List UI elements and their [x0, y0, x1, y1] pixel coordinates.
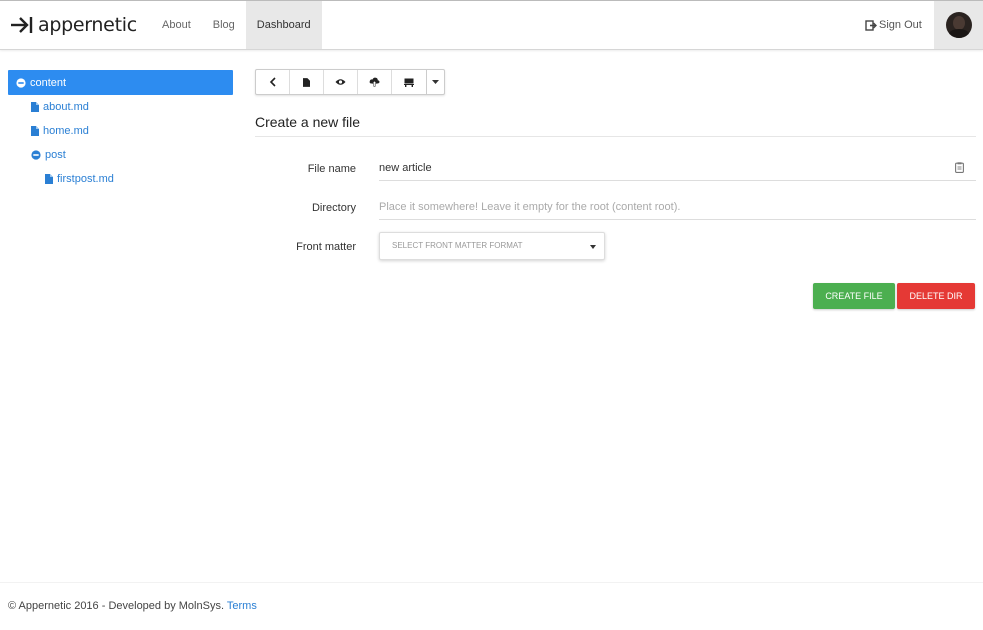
delete-dir-button[interactable]: DELETE DIR	[897, 283, 975, 309]
tree-folder-post[interactable]: post	[8, 143, 233, 167]
tree-item-label: about.md	[43, 101, 89, 113]
file-name-value: new article	[379, 162, 432, 174]
editor-toolbar	[255, 69, 445, 95]
front-matter-select[interactable]: SELECT FRONT MATTER FORMAT	[379, 232, 605, 260]
sign-out-link[interactable]: Sign Out	[865, 1, 922, 49]
top-navbar: appernetic About Blog Dashboard Sign Out	[0, 0, 983, 50]
tree-folder-content[interactable]: content	[8, 70, 233, 95]
tree-item-label: post	[45, 149, 66, 161]
file-icon	[303, 77, 310, 87]
tree-file-home[interactable]: home.md	[8, 119, 233, 143]
back-button[interactable]	[256, 70, 290, 94]
caret-down-icon	[590, 245, 596, 249]
more-dropdown-button[interactable]	[426, 70, 444, 94]
sign-out-label: Sign Out	[879, 19, 922, 31]
nav-link-about[interactable]: About	[151, 1, 202, 49]
new-file-button[interactable]	[290, 70, 324, 94]
footer-divider	[0, 582, 983, 583]
directory-field[interactable]: Place it somewhere! Leave it empty for t…	[379, 194, 976, 220]
preview-button[interactable]	[324, 70, 358, 94]
create-file-button[interactable]: CREATE FILE	[813, 283, 895, 309]
file-icon	[31, 126, 39, 136]
arrow-to-bar-icon	[11, 17, 33, 33]
file-name-label: File name	[307, 163, 356, 175]
user-menu[interactable]	[934, 1, 983, 49]
desk-icon	[404, 78, 414, 87]
file-icon	[31, 102, 39, 112]
clipboard-icon[interactable]	[955, 162, 964, 173]
eye-icon	[335, 79, 346, 85]
page-title: Create a new file	[255, 114, 361, 130]
caret-down-icon	[432, 80, 439, 84]
tree-item-label: firstpost.md	[57, 173, 114, 185]
footer: © Appernetic 2016 - Developed by MolnSys…	[8, 600, 257, 612]
brand-logo[interactable]: appernetic	[10, 12, 137, 38]
tree-file-firstpost[interactable]: firstpost.md	[8, 167, 233, 191]
directory-label: Directory	[311, 202, 356, 214]
back-icon	[269, 77, 276, 87]
front-matter-select-text: SELECT FRONT MATTER FORMAT	[392, 241, 523, 250]
file-icon	[45, 174, 53, 184]
tree-item-label: home.md	[43, 125, 89, 137]
file-tree: content about.md home.md post firstpost.…	[8, 70, 233, 191]
minus-circle-icon	[31, 150, 41, 160]
publish-button[interactable]	[358, 70, 392, 94]
workspace-button[interactable]	[392, 70, 426, 94]
front-matter-label: Front matter	[296, 241, 356, 253]
tree-item-label: content	[30, 76, 67, 89]
directory-placeholder: Place it somewhere! Leave it empty for t…	[379, 201, 681, 213]
title-divider	[255, 136, 976, 137]
brand-name: appernetic	[38, 14, 137, 36]
file-name-field[interactable]: new article	[379, 155, 976, 181]
tree-file-about[interactable]: about.md	[8, 95, 233, 119]
nav-links: About Blog Dashboard	[151, 1, 322, 49]
cloud-upload-icon	[369, 77, 380, 87]
nav-link-dashboard[interactable]: Dashboard	[245, 1, 322, 49]
nav-link-blog[interactable]: Blog	[202, 1, 246, 49]
sign-out-icon	[865, 19, 877, 31]
avatar	[945, 12, 972, 38]
minus-circle-icon	[16, 77, 26, 88]
footer-text: © Appernetic 2016 - Developed by MolnSys…	[8, 600, 225, 612]
terms-link[interactable]: Terms	[227, 600, 257, 612]
